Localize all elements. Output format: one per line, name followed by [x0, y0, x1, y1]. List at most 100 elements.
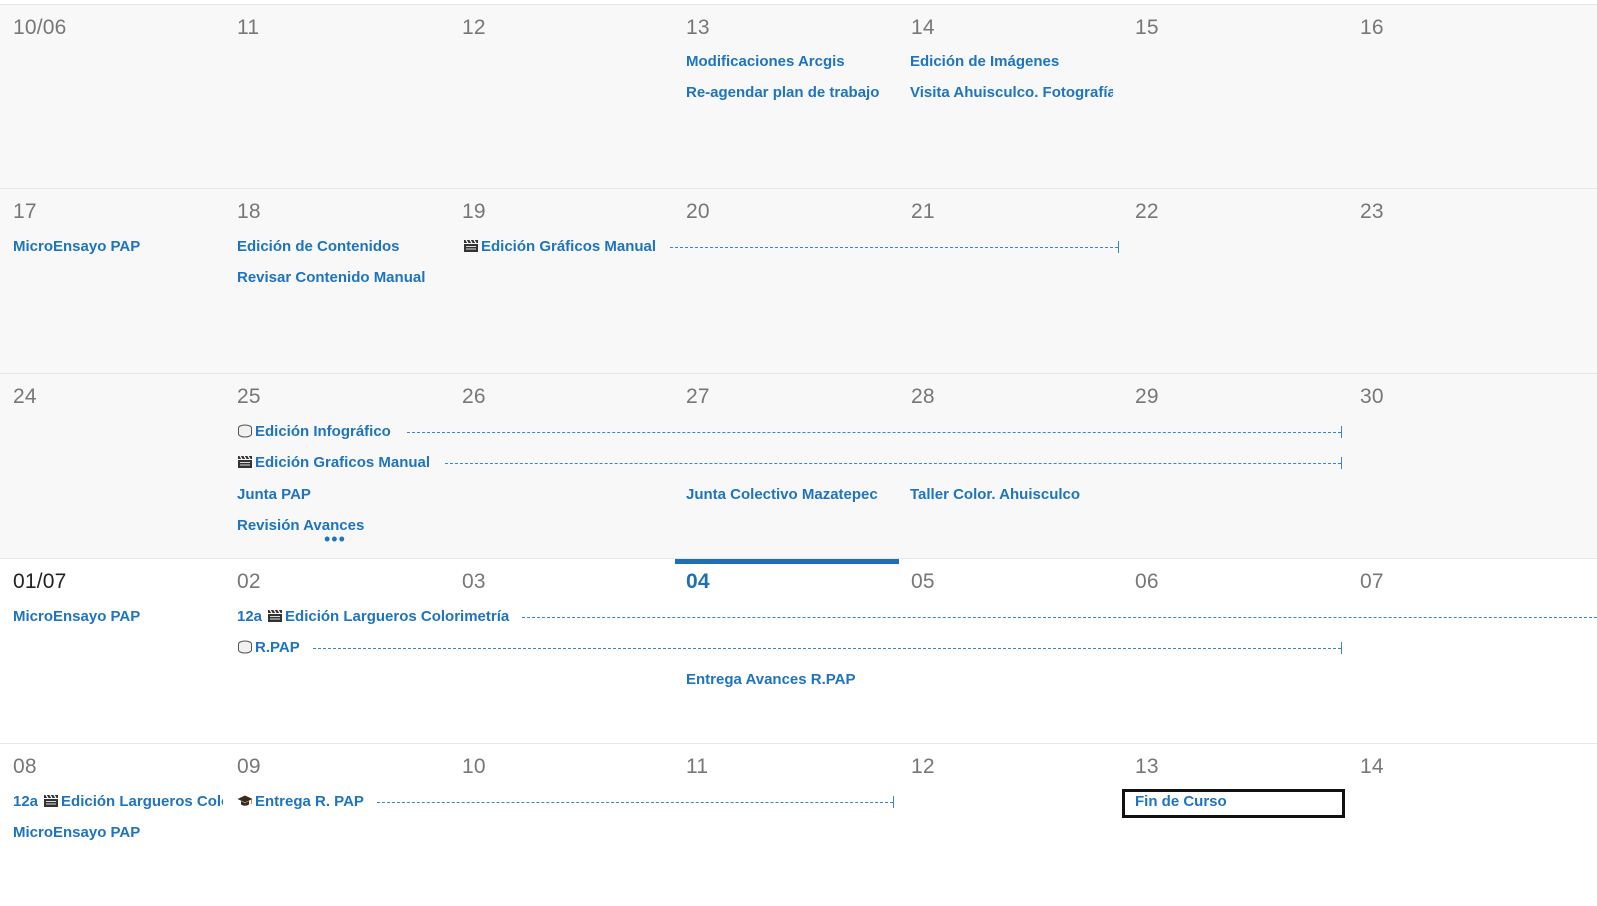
- clapperboard-icon: [44, 794, 59, 807]
- day-cell[interactable]: 03: [449, 559, 673, 744]
- calendar-event[interactable]: Re-agendar plan de trabajo: [686, 84, 898, 102]
- day-number: 17: [13, 200, 37, 223]
- day-number: 25: [237, 385, 261, 408]
- event-time: 12a: [13, 793, 39, 810]
- day-cell[interactable]: 07: [1347, 559, 1571, 744]
- day-cell[interactable]: 17: [0, 189, 224, 374]
- today-indicator: [675, 559, 899, 564]
- day-cell[interactable]: 01/07: [0, 559, 224, 744]
- day-cell[interactable]: 15: [1122, 5, 1346, 189]
- day-cell[interactable]: 23: [1347, 189, 1571, 374]
- day-number: 02: [237, 570, 261, 593]
- day-cell[interactable]: 10: [449, 744, 673, 906]
- calendar-event[interactable]: 12a Edición Largueros Colorimetría: [237, 608, 522, 626]
- day-number: 20: [686, 200, 710, 223]
- multi-day-span-line: [670, 247, 1118, 248]
- day-cell[interactable]: 11: [673, 744, 897, 906]
- calendar-event[interactable]: Edición Graficos Manual: [237, 454, 442, 472]
- day-number: 14: [1360, 755, 1384, 778]
- day-cell[interactable]: 22: [1122, 189, 1346, 374]
- week-row: 01/07 02 03 04 05 06 07 MicroEnsayo PAP …: [0, 558, 1597, 744]
- day-cell[interactable]: 20: [673, 189, 897, 374]
- day-number: 05: [911, 570, 935, 593]
- clapperboard-icon: [268, 609, 283, 622]
- multi-day-span-end: [1341, 426, 1342, 438]
- event-title: Entrega R. PAP: [255, 793, 364, 810]
- day-cell[interactable]: 06: [1122, 559, 1346, 744]
- multi-day-span-end: [1341, 457, 1342, 469]
- day-cell[interactable]: 26: [449, 374, 673, 559]
- day-cell[interactable]: 09: [224, 744, 448, 906]
- calendar-event[interactable]: Visita Ahuisculco. Fotografía: [910, 84, 1113, 102]
- day-cell[interactable]: 21: [898, 189, 1122, 374]
- more-events-button[interactable]: •••: [324, 530, 346, 548]
- calendar-event[interactable]: Edición Infográfico: [237, 423, 407, 441]
- calendar-event[interactable]: Junta PAP: [237, 486, 447, 504]
- clapperboard-icon: [464, 239, 478, 252]
- multi-day-span-line: [522, 617, 1597, 618]
- day-cell[interactable]: 27: [673, 374, 897, 559]
- multi-day-span-line: [313, 648, 1341, 649]
- week-row: 08 09 10 11 12 13 14 12a Edición Larguero…: [0, 743, 1597, 906]
- day-number: 21: [911, 200, 935, 223]
- day-cell[interactable]: 16: [1347, 5, 1571, 189]
- day-cell[interactable]: 29: [1122, 374, 1346, 559]
- day-number: 24: [13, 385, 37, 408]
- calendar-event[interactable]: MicroEnsayo PAP: [13, 608, 223, 626]
- multi-day-span-line: [377, 802, 893, 803]
- calendar-event[interactable]: Edición Gráficos Manual: [463, 238, 673, 256]
- day-cell[interactable]: 14: [1347, 744, 1571, 906]
- clapperboard-icon: [238, 455, 252, 468]
- day-number: 23: [1360, 200, 1384, 223]
- day-cell[interactable]: 05: [898, 559, 1122, 744]
- day-cell[interactable]: 13: [1122, 744, 1346, 906]
- calendar-event[interactable]: Edición de Contenidos: [237, 238, 447, 256]
- day-number: 18: [237, 200, 261, 223]
- day-cell[interactable]: 12: [898, 744, 1122, 906]
- day-cell[interactable]: 11: [224, 5, 448, 189]
- calendar-event[interactable]: Taller Color. Ahuisculco: [910, 486, 1120, 504]
- day-number: 12: [911, 755, 935, 778]
- calendar-event[interactable]: Entrega Avances R.PAP: [686, 671, 896, 689]
- calendar-event[interactable]: Entrega R. PAP: [237, 793, 372, 811]
- day-number: 11: [237, 16, 260, 39]
- today-cell[interactable]: 04: [675, 559, 899, 744]
- day-number: 03: [462, 570, 486, 593]
- day-number: 06: [1135, 570, 1159, 593]
- event-title: R.PAP: [255, 639, 300, 656]
- day-number: 09: [237, 755, 261, 778]
- calendar-event[interactable]: Junta Colectivo Mazatepec: [686, 486, 896, 504]
- calendar-event[interactable]: 12a Edición Largueros Colorimetría: [13, 793, 223, 811]
- calendar-event[interactable]: Revisar Contenido Manual: [237, 269, 447, 287]
- day-number: 27: [686, 385, 710, 408]
- calendar-event[interactable]: MicroEnsayo PAP: [13, 238, 223, 256]
- day-cell[interactable]: 12: [449, 5, 673, 189]
- day-number: 15: [1135, 16, 1159, 39]
- day-cell[interactable]: 30: [1347, 374, 1571, 559]
- event-title: Edición Largueros Colorimetría: [61, 793, 223, 810]
- calendar-event[interactable]: Modificaciones Arcgis: [686, 53, 896, 71]
- day-number: 29: [1135, 385, 1159, 408]
- calendar-event[interactable]: Fin de Curso: [1135, 793, 1335, 811]
- day-number: 04: [686, 570, 710, 593]
- disk-icon: [238, 424, 252, 438]
- calendar-event[interactable]: Edición de Imágenes: [910, 53, 1120, 71]
- multi-day-span-end: [893, 796, 894, 808]
- week-row: 10/06 11 12 13 14 15 16 Modificaciones A…: [0, 4, 1597, 189]
- day-cell[interactable]: 24: [0, 374, 224, 559]
- day-cell[interactable]: 19: [449, 189, 673, 374]
- day-cell[interactable]: 10/06: [0, 5, 224, 189]
- multi-day-span-end: [1118, 241, 1119, 253]
- calendar-event[interactable]: R.PAP: [237, 639, 312, 657]
- day-cell[interactable]: 28: [898, 374, 1122, 559]
- day-number: 01/07: [13, 570, 67, 593]
- day-number: 13: [1135, 755, 1159, 778]
- graduation-cap-icon: [237, 795, 253, 806]
- event-title: Edición Gráficos Manual: [481, 238, 657, 255]
- multi-day-span-line: [445, 463, 1341, 464]
- day-number: 10/06: [13, 16, 67, 39]
- day-number: 28: [911, 385, 935, 408]
- calendar-event[interactable]: MicroEnsayo PAP: [13, 824, 223, 842]
- day-number: 07: [1360, 570, 1384, 593]
- event-title: Edición Largueros Colorimetría: [285, 608, 510, 625]
